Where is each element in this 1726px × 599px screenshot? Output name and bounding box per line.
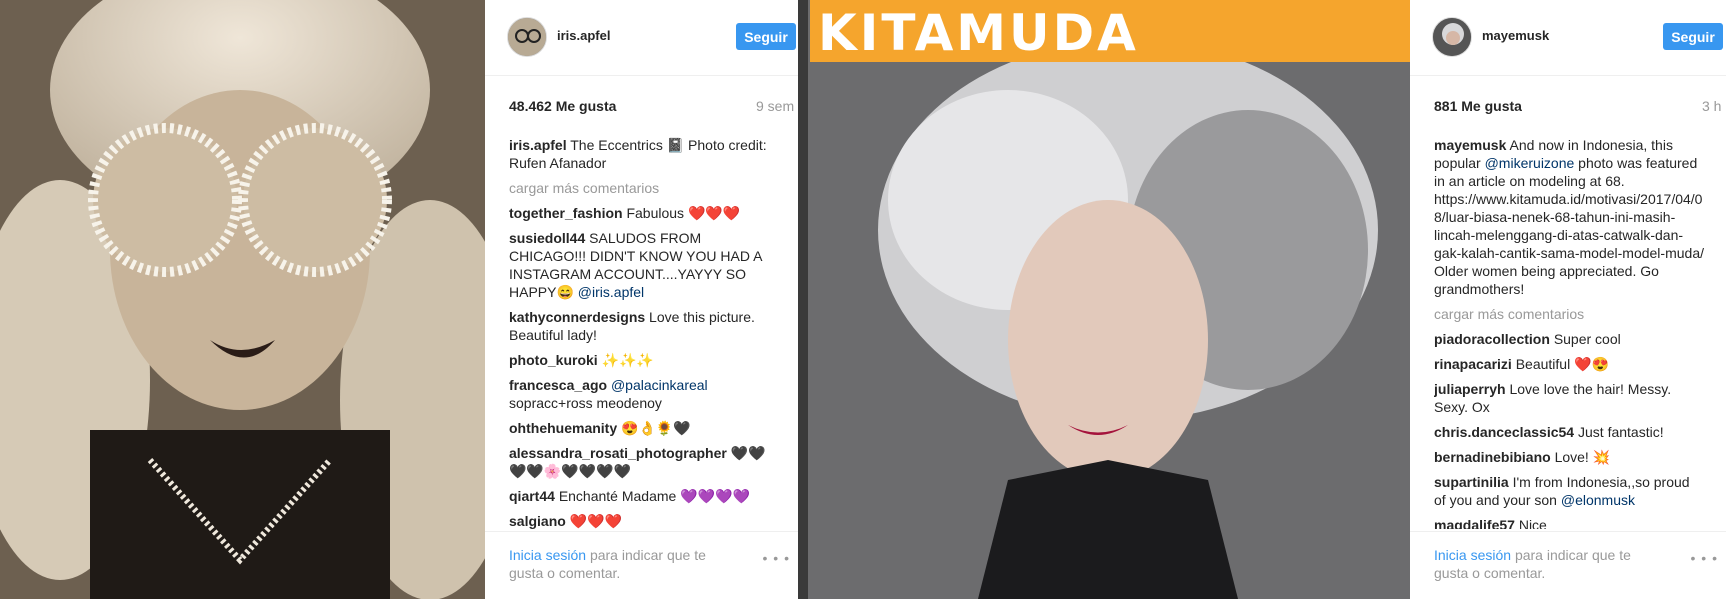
post-timestamp[interactable]: 9 sem (756, 98, 794, 114)
comments-list: iris.apfel The Eccentrics 📓 Photo credit… (509, 136, 779, 529)
comment-username[interactable]: together_fashion (509, 205, 623, 221)
comment-text: photo was featured in an article on mode… (1434, 155, 1704, 297)
comment: susiedoll44 SALUDOS FROM CHICAGO!!! DIDN… (509, 229, 779, 301)
caption: iris.apfel The Eccentrics 📓 Photo credit… (509, 136, 779, 172)
comment-username[interactable]: qiart44 (509, 488, 555, 504)
comment: chris.danceclassic54 Just fantastic! (1434, 423, 1704, 441)
comment-text: Enchanté Madame 💜💜💜💜 (558, 488, 750, 504)
more-options-icon[interactable]: • • • (1691, 550, 1718, 566)
comment-text: Super cool (1553, 331, 1621, 347)
comment-text: Love! 💥 (1554, 449, 1611, 465)
caption: mayemusk And now in Indonesia, this popu… (1434, 136, 1704, 298)
comment-username[interactable]: ohthehuemanity (509, 420, 617, 436)
comment: kathyconnerdesigns Love this picture. Be… (509, 308, 779, 344)
comment: qiart44 Enchanté Madame 💜💜💜💜 (509, 487, 779, 505)
comment: alessandra_rosati_photographer 🖤🖤🖤🖤🌸🖤🖤🖤🖤 (509, 444, 779, 480)
login-link[interactable]: Inicia sesión (509, 547, 586, 563)
avatar[interactable] (507, 17, 547, 57)
follow-button[interactable]: Seguir (736, 23, 796, 50)
comment: magdalife57 Nice (1434, 516, 1704, 529)
comment: supartinilia I'm from Indonesia,,so prou… (1434, 473, 1704, 509)
comment-username[interactable]: supartinilia (1434, 474, 1509, 490)
comment: rinapacarizi Beautiful ❤️😍 (1434, 355, 1704, 373)
comment: photo_kuroki ✨✨✨ (509, 351, 779, 369)
comment: francesca_ago @palacinkareal sopracc+ros… (509, 376, 779, 412)
comment-text: sopracc+ross meodenoy (509, 395, 662, 411)
username[interactable]: iris.apfel (557, 28, 610, 43)
post-side-panel: iris.apfel Seguir 48.462 Me gusta 9 sem … (485, 0, 798, 599)
login-link[interactable]: Inicia sesión (1434, 547, 1511, 563)
post-side-panel: mayemusk Seguir 881 Me gusta 3 h mayemus… (1410, 0, 1726, 599)
comment-text: Beautiful ❤️😍 (1515, 356, 1609, 372)
login-prompt: Inicia sesión para indicar que te gusta … (509, 546, 739, 582)
comment-text: ❤️❤️❤️ (569, 513, 622, 529)
comment-username[interactable]: piadoracollection (1434, 331, 1550, 347)
comment: juliaperryh Love love the hair! Messy. S… (1434, 380, 1704, 416)
comment-text: 😍👌🌻🖤 (621, 420, 691, 436)
post-mayemusk: KITAMUDA mayemusk Seguir 881 Me gusta 3 … (808, 0, 1726, 599)
comment-username[interactable]: iris.apfel (509, 137, 567, 153)
comment-username[interactable]: chris.danceclassic54 (1434, 424, 1574, 440)
post-footer: Inicia sesión para indicar que te gusta … (485, 531, 798, 599)
avatar[interactable] (1432, 17, 1472, 57)
likes-count[interactable]: 881 Me gusta (1434, 98, 1522, 114)
comments-list: mayemusk And now in Indonesia, this popu… (1434, 136, 1704, 529)
post-iris-apfel: iris.apfel Seguir 48.462 Me gusta 9 sem … (0, 0, 798, 599)
kitamuda-logo: KITAMUDA (818, 4, 1139, 62)
post-footer: Inicia sesión para indicar que te gusta … (1410, 531, 1726, 599)
comment-username[interactable]: susiedoll44 (509, 230, 585, 246)
comment-username[interactable]: bernadinebibiano (1434, 449, 1551, 465)
comment-username[interactable]: photo_kuroki (509, 352, 598, 368)
post-header: iris.apfel Seguir (485, 0, 798, 76)
comment-text: Nice (1518, 517, 1547, 529)
portrait-illustration (808, 0, 1410, 599)
comment: bernadinebibiano Love! 💥 (1434, 448, 1704, 466)
comment-mention[interactable]: @elonmusk (1561, 492, 1635, 508)
image-divider (798, 0, 808, 599)
load-more-comments[interactable]: cargar más comentarios (509, 179, 779, 197)
comment-mention[interactable]: @palacinkareal (611, 377, 708, 393)
comment: piadoracollection Super cool (1434, 330, 1704, 348)
login-prompt: Inicia sesión para indicar que te gusta … (1434, 546, 1664, 582)
post-timestamp[interactable]: 3 h (1702, 98, 1721, 114)
likes-count[interactable]: 48.462 Me gusta (509, 98, 616, 114)
username[interactable]: mayemusk (1482, 28, 1549, 43)
comment-username[interactable]: kathyconnerdesigns (509, 309, 645, 325)
comment: ohthehuemanity 😍👌🌻🖤 (509, 419, 779, 437)
post-photo[interactable] (0, 0, 485, 599)
comment: together_fashion Fabulous ❤️❤️❤️ (509, 204, 779, 222)
comment-username[interactable]: salgiano (509, 513, 566, 529)
comment-username[interactable]: magdalife57 (1434, 517, 1515, 529)
comment-text: Just fantastic! (1578, 424, 1664, 440)
portrait-illustration (0, 0, 485, 599)
comment-text: Fabulous ❤️❤️❤️ (626, 205, 741, 221)
comment-username[interactable]: juliaperryh (1434, 381, 1506, 397)
post-header: mayemusk Seguir (1410, 0, 1726, 76)
load-more-comments[interactable]: cargar más comentarios (1434, 305, 1704, 323)
comment: salgiano ❤️❤️❤️ (509, 512, 779, 529)
comment-mention[interactable]: @iris.apfel (578, 284, 644, 300)
comment-text: ✨✨✨ (601, 352, 654, 368)
comment-username[interactable]: alessandra_rosati_photographer (509, 445, 727, 461)
kitamuda-banner: KITAMUDA (810, 0, 1410, 62)
follow-button[interactable]: Seguir (1663, 23, 1723, 50)
post-photo[interactable]: KITAMUDA (808, 0, 1410, 599)
more-options-icon[interactable]: • • • (763, 550, 790, 566)
comment-username[interactable]: francesca_ago (509, 377, 607, 393)
comment-username[interactable]: rinapacarizi (1434, 356, 1512, 372)
comment-mention[interactable]: @mikeruizone (1485, 155, 1575, 171)
comment-username[interactable]: mayemusk (1434, 137, 1506, 153)
